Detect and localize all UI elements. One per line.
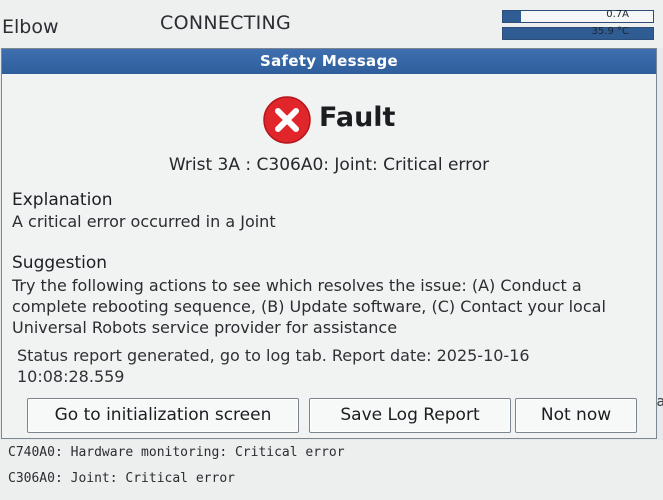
current-meter-value: 0.7A xyxy=(606,9,629,20)
current-meter-fill xyxy=(503,11,521,22)
x-circle-icon xyxy=(263,96,311,144)
top-status-bar: Elbow CONNECTING 0.7A 35.9 °C xyxy=(0,0,663,48)
log-list: C740A0: Hardware monitoring: Critical er… xyxy=(0,440,663,500)
fault-title: Fault xyxy=(319,102,396,133)
explanation-heading: Explanation xyxy=(12,190,113,210)
go-to-initialization-button[interactable]: Go to initialization screen xyxy=(27,398,299,433)
joint-label: Elbow xyxy=(2,16,59,38)
temperature-meter-fill xyxy=(503,28,653,39)
current-meter: 0.7A xyxy=(502,9,654,23)
log-row[interactable]: C740A0: Hardware monitoring: Critical er… xyxy=(8,445,345,460)
status-report-text: Status report generated, go to log tab. … xyxy=(17,346,530,386)
temperature-meter: 35.9 °C xyxy=(502,26,654,40)
temperature-meter-value: 35.9 °C xyxy=(591,26,629,37)
not-now-button[interactable]: Not now xyxy=(515,398,637,433)
save-log-report-button[interactable]: Save Log Report xyxy=(309,398,511,433)
safety-message-dialog: Safety Message Fault Wrist 3A : C306A0: … xyxy=(2,49,656,438)
dialog-title: Safety Message xyxy=(2,49,656,74)
log-row[interactable]: C306A0: Joint: Critical error xyxy=(8,471,235,486)
explanation-text: A critical error occurred in a Joint xyxy=(12,212,276,231)
suggestion-text: Try the following actions to see which r… xyxy=(12,276,606,337)
connection-status: CONNECTING xyxy=(160,12,292,34)
suggestion-heading: Suggestion xyxy=(12,253,108,273)
error-code-line: Wrist 3A : C306A0: Joint: Critical error xyxy=(168,155,490,175)
